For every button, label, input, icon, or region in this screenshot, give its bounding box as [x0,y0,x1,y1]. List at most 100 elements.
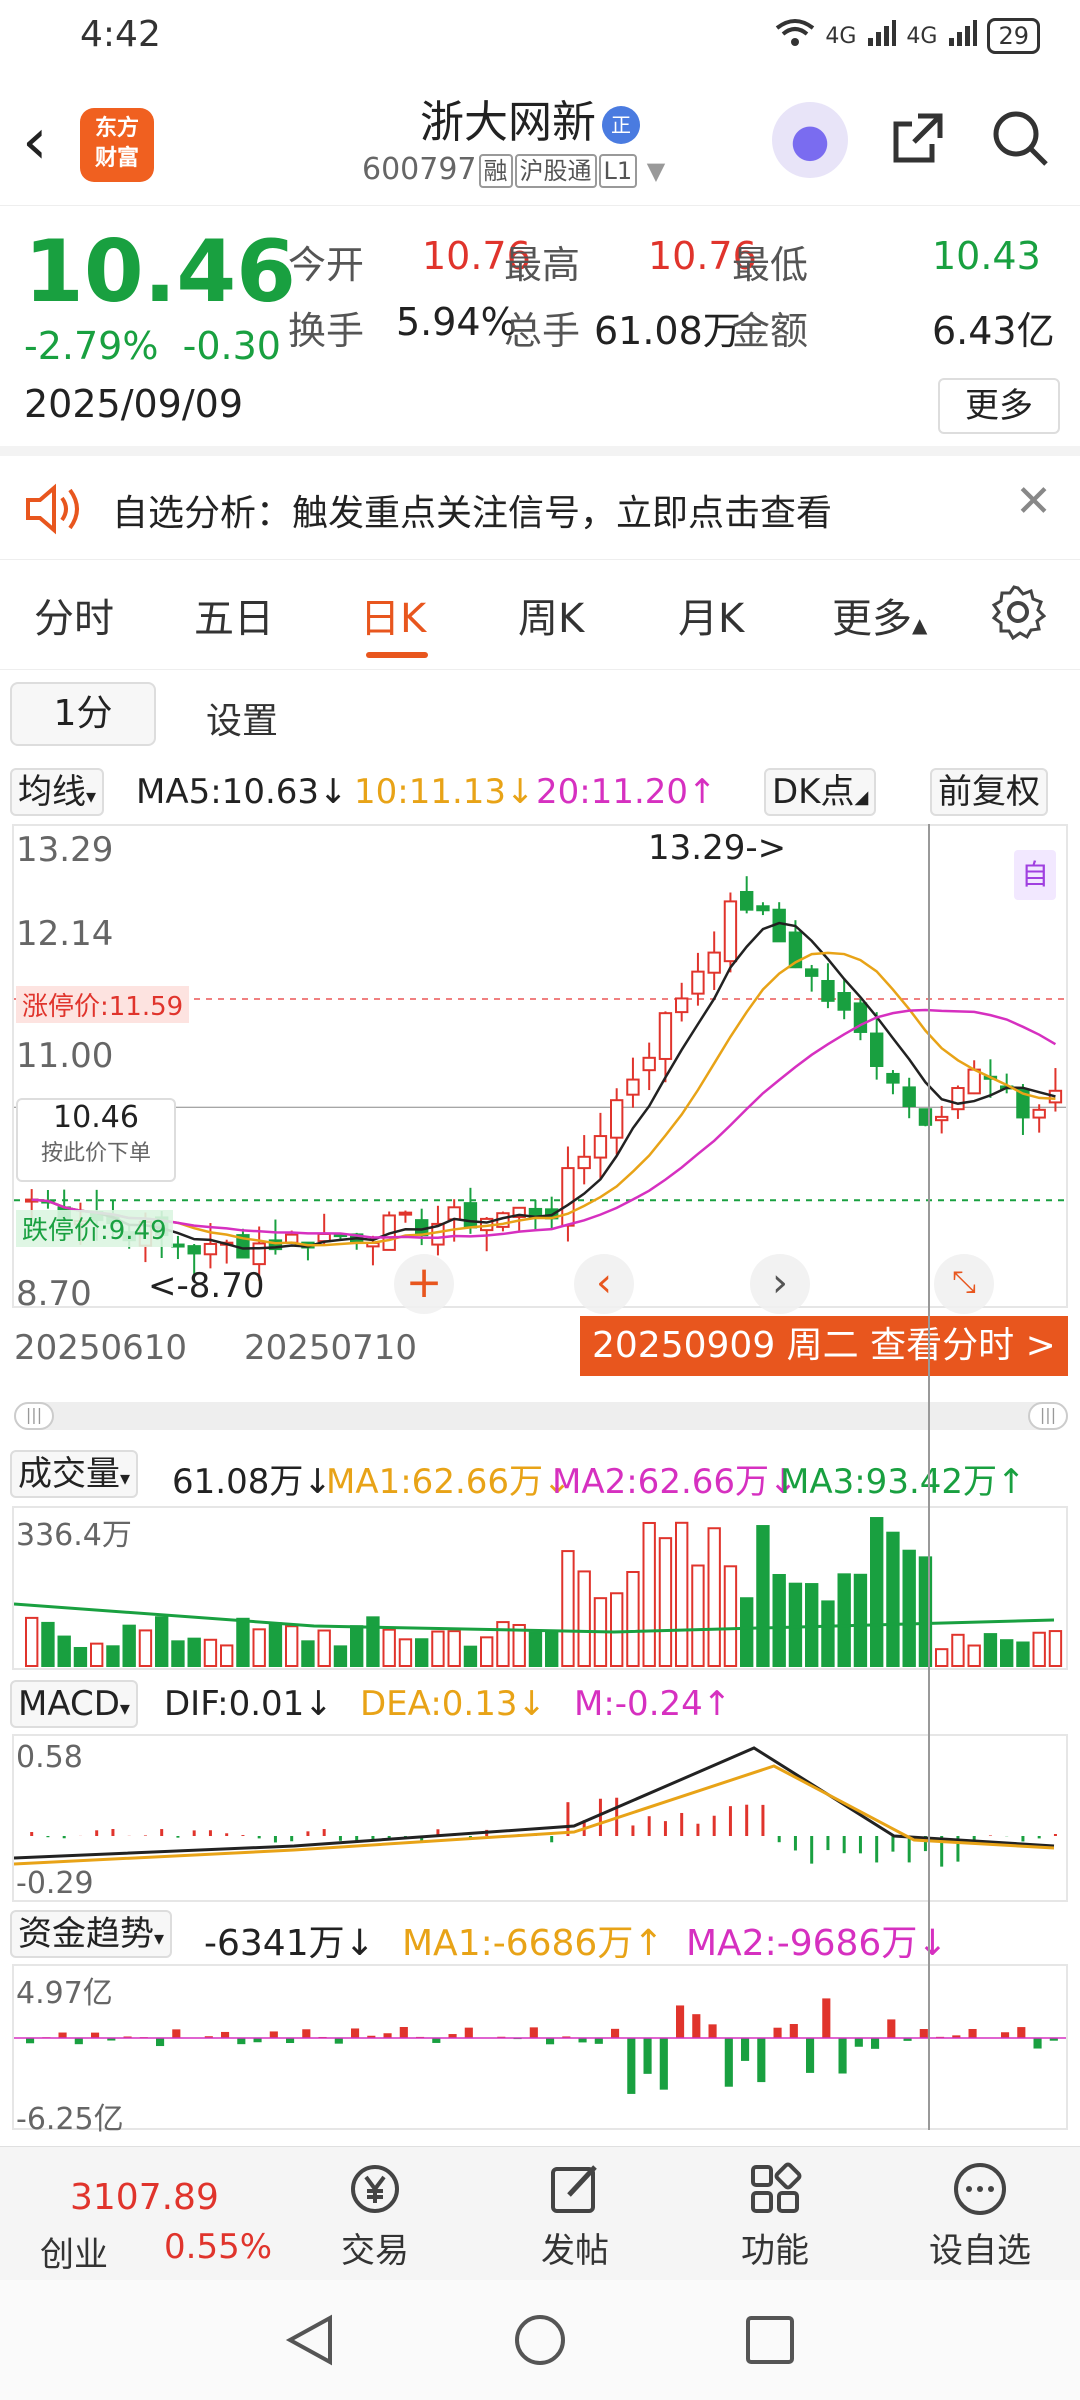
volume-bar [691,1564,705,1668]
stock-code-line[interactable]: 600797 融沪股通 L1 ▼ [362,152,665,188]
view-intraday-button[interactable]: 20250909 周二 查看分时 > [580,1316,1068,1376]
tab-intraday[interactable]: 分时 [34,586,114,644]
fund-bar [529,2027,538,2038]
dk-point-selector[interactable]: DK点◢ [764,768,877,816]
volume-bar [122,1624,136,1667]
fund-legend-row: 资金趋势▾ -6341万↓ MA1:-6686万↑ MA2:-9686万↓ [0,1910,1080,1964]
fund-bar [286,2038,295,2044]
candle-body [463,1202,478,1229]
indicator-selector[interactable]: 均线▾ [10,768,105,816]
fund-bar [221,2031,230,2038]
volume-chart[interactable]: 336.4万 [12,1506,1068,1670]
fund-bar [708,2024,717,2038]
status-bar: 4:42 4G 4G 29 [0,0,1080,80]
nav-functions[interactable]: 功能 [700,2147,850,2281]
notice-bar[interactable]: 自选分析：触发重点关注信号，立即点击查看 ✕ [0,456,1080,560]
system-home-icon[interactable] [512,2312,568,2368]
ai-assistant-icon[interactable] [772,102,848,178]
volume-bar [73,1646,88,1667]
volume-value: 61.08万 [594,309,741,353]
volume-bar [350,1625,364,1667]
grid-icon [745,2159,805,2219]
interval-selector[interactable]: 1分 [10,682,156,746]
nav-add-watchlist[interactable]: 设自选 [900,2147,1060,2281]
candle-body [805,968,819,977]
candle-body [723,900,738,963]
tab-more[interactable]: 更多▲ [832,586,927,644]
kline-chart[interactable]: 13.29 12.14 11.00 8.70 13.29-> <-8.70 涨停… [12,824,1068,1314]
fund-trend-chart[interactable]: 4.97亿 -6.25亿 [12,1964,1068,2137]
system-recents-icon[interactable] [742,2312,798,2368]
y-axis-top: 13.29 [16,830,114,870]
fund-bar [334,2038,343,2044]
tab-weekly-k[interactable]: 周K [518,586,584,644]
share-icon[interactable] [888,108,948,168]
volume-bar [25,1616,39,1667]
fund-selector[interactable]: 资金趋势▾ [10,1910,173,1958]
volume-bar [756,1525,770,1667]
index-ticker[interactable]: 3107.89 创业 0.55% [20,2147,280,2281]
volume-bar [317,1629,331,1667]
ma-line [31,1008,1057,1239]
volume-bar [577,1570,591,1667]
fullscreen-icon[interactable]: ⤡ [934,1254,994,1314]
tab-daily-k[interactable]: 日K [360,586,426,644]
candle-body [1032,1108,1046,1119]
fund-y-max: 4.97亿 [16,1976,113,2011]
zoom-in-icon[interactable]: + [394,1254,454,1314]
gear-icon[interactable] [990,584,1047,641]
volume-bar [398,1638,413,1667]
y-axis-11: 11.00 [16,1036,114,1076]
volume-selector[interactable]: 成交量▾ [10,1450,139,1498]
candle-body [837,992,851,1011]
macd-y-min: -0.29 [16,1866,94,1901]
fund-bar [302,2029,311,2038]
chart-settings-link[interactable]: 设置 [206,692,278,744]
scroll-left-icon[interactable]: ‹ [574,1254,634,1314]
volume-bar [837,1573,851,1667]
close-icon[interactable]: ✕ [1015,476,1052,527]
more-quote-button[interactable]: 更多 [938,378,1060,434]
margin-tag: 融 [478,154,513,188]
volume-bar [658,1537,673,1667]
fund-bar [643,2038,652,2074]
fund-bar [237,2038,246,2045]
signal-label-1: 4G [825,23,857,49]
nav-trade[interactable]: 交易 [300,2147,450,2281]
search-icon[interactable] [990,108,1050,168]
scroll-right-icon[interactable]: › [750,1254,810,1314]
macd-chart[interactable]: 0.58 -0.29 [12,1734,1068,1902]
volume-bar [447,1630,461,1667]
volume-bar [788,1582,803,1667]
candle-body [593,1135,608,1159]
active-tab-indicator [366,652,428,658]
volume-bar [463,1645,478,1667]
candle-body [935,1115,949,1122]
date-tick: 20250710 [244,1328,418,1368]
volume-bar [252,1628,266,1667]
tab-five-day[interactable]: 五日 [194,586,274,644]
candle-body [447,1206,461,1221]
nav-post[interactable]: 发帖 [500,2147,650,2281]
signal-icon [866,18,897,54]
macd-selector[interactable]: MACD▾ [10,1680,138,1728]
volume-bar [967,1644,981,1668]
y-axis-bottom: 8.70 [16,1274,92,1314]
fund-bar [659,2038,668,2090]
notice-text: 自选分析：触发重点关注信号，立即点击查看 [112,493,833,534]
system-back-icon[interactable] [282,2312,338,2368]
y-axis-mid: 12.14 [16,914,114,954]
order-at-price-button[interactable]: 10.46 按此价下单 [16,1098,176,1182]
more-dots-icon [950,2159,1010,2219]
fund-bar [627,2038,636,2094]
candle-body [203,1242,218,1256]
fund-value: -6341万↓ [204,1923,375,1964]
adjust-selector[interactable]: 前复权 [930,768,1048,816]
candle-body [561,1167,575,1227]
connect-tag: 沪股通 [514,154,597,188]
quote-panel: 10.46 -2.79% -0.30 2025/09/09 今开 10.76 最… [0,206,1080,456]
back-icon[interactable]: ‹ [22,110,48,174]
chart-range-scrollbar[interactable]: ||| ||| [14,1402,1068,1430]
tab-monthly-k[interactable]: 月K [678,586,744,644]
edit-icon [545,2159,605,2219]
